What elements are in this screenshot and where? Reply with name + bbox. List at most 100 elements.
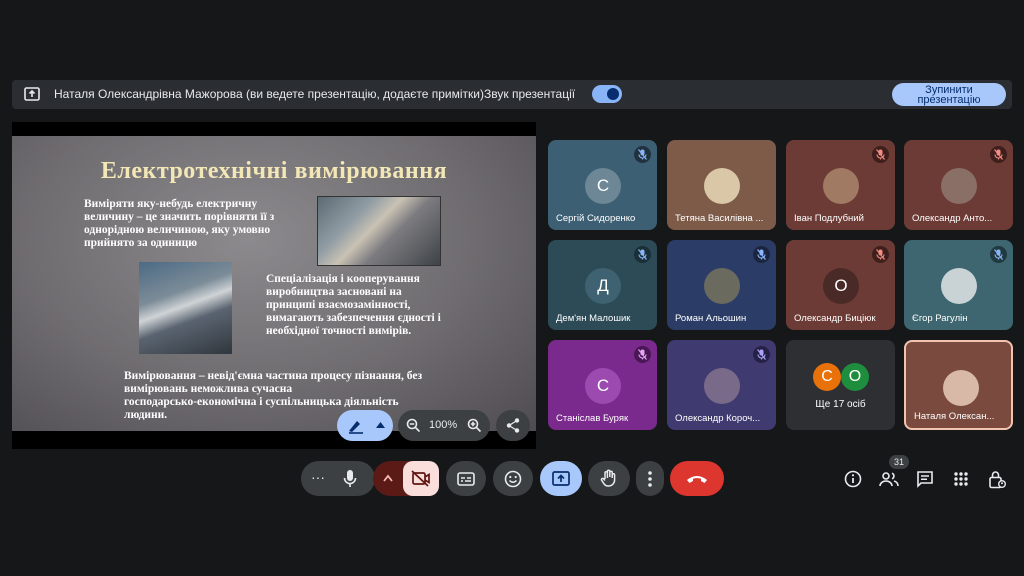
participant-tile[interactable]: Тетяна Василівна ... [667,140,776,230]
participant-name: Іван Подлубний [794,213,864,224]
meeting-details-button[interactable] [841,467,865,491]
presentation-slide: Електротехнічні вимірювання Виміряти яку… [12,136,536,431]
slide-line: господарсько-економічна і суспільницька … [124,396,399,408]
slide-title: Електротехнічні вимірювання [100,158,448,184]
participant-tile[interactable]: Д Дем'ян Малошик [548,240,657,330]
toggle-knob [607,88,619,100]
presenting-bar: Наталя Олександрівна Мажорова (ви ведете… [12,80,1012,109]
microphone-icon [343,470,357,487]
participant-name: Роман Альошин [675,313,747,324]
participant-tile[interactable]: Роман Альошин [667,240,776,330]
participant-photo [704,268,740,304]
zoom-out-icon[interactable] [406,418,421,433]
people-count-badge: 31 [889,455,909,469]
slide-line: величину – це значить порівняти її з [84,211,275,223]
participant-photo [704,168,740,204]
annotate-button[interactable] [337,410,393,441]
captions-button[interactable] [446,461,486,496]
chat-button[interactable] [913,467,937,491]
zoom-level: 100% [429,419,458,431]
mic-off-icon [876,249,885,260]
hand-icon [600,469,616,487]
reactions-button[interactable] [493,461,533,496]
slide-line: необхідної точності вимірів. [266,325,412,337]
participant-tile[interactable]: С Станіслав Буряк [548,340,657,430]
camera-controls[interactable] [373,461,439,496]
participant-photo [941,268,977,304]
presenting-status-text: Наталя Олександрівна Мажорова (ви ведете… [54,87,484,101]
activities-button[interactable] [949,467,973,491]
more-options-button[interactable] [636,461,664,496]
chat-icon [917,471,933,488]
zoom-in-icon[interactable] [467,418,482,433]
slide-line: однорідною величиною, яку умовно [84,224,271,236]
slide-line: принципі взаємозамінності, [266,299,411,311]
muted-indicator [990,246,1007,263]
leave-call-button[interactable] [670,461,724,496]
info-icon [844,470,862,488]
people-button[interactable] [877,467,901,491]
camera-off-button[interactable] [403,461,439,496]
slide-line: Спеціалізація і кооперування [266,273,420,285]
slide-line: вимірювань неможлива сучасна [124,383,293,395]
mic-controls[interactable]: ··· [301,461,375,496]
mic-off-icon [994,149,1003,160]
presentation-audio-toggle[interactable] [592,85,622,103]
mic-off-icon [994,249,1003,260]
host-controls-button[interactable] [985,467,1009,491]
slide-line: вимагають забезпечення єдності і [266,312,441,324]
stop-presenting-button[interactable]: Зупинити презентацію [892,83,1006,106]
camera-off-icon [411,470,430,487]
participant-avatar-chip: O [841,363,869,391]
pen-icon [349,421,363,434]
slide-paragraph-1: Виміряти яку-небудь електричну величину … [84,198,314,250]
slide-paragraph-2: Спеціалізація і кооперування виробництва… [266,273,466,338]
participant-avatar: О [823,268,859,304]
participant-tile[interactable]: С Сергій Сидоренко [548,140,657,230]
slide-line: прийнято за одиницю [84,237,198,249]
participant-tile[interactable]: Олександр Короч... [667,340,776,430]
participant-tile[interactable]: О Олександр Биціюк [786,240,895,330]
participant-tile[interactable]: Наталя Олексан... [904,340,1013,430]
more-participants-label: Ще 17 осіб [815,399,866,410]
muted-indicator [990,146,1007,163]
mic-off-icon [638,349,647,360]
slide-line: виробництва засновані на [266,286,402,298]
participant-name: Дем'ян Малошик [556,313,631,324]
share-slide-button[interactable] [496,410,530,441]
participant-name: Наталя Олексан... [914,411,995,422]
mic-off-icon [638,149,647,160]
raise-hand-button[interactable] [588,461,630,496]
participant-tile[interactable]: Єгор Рагулін [904,240,1013,330]
captions-icon [457,471,475,486]
chevron-up-icon[interactable] [383,474,393,482]
zoom-controls: 100% [398,410,490,441]
apps-grid-icon [954,472,968,486]
participant-name: Олександр Биціюк [794,313,876,324]
muted-indicator [634,346,651,363]
slide-line: Виміряти яку-небудь електричну [84,198,258,210]
participant-avatar: С [585,168,621,204]
chevron-up-icon [376,422,385,428]
muted-indicator [634,146,651,163]
participant-name: Сергій Сидоренко [556,213,636,224]
participant-photo [941,168,977,204]
participant-tile[interactable]: С O Ще 17 осіб [786,340,895,430]
participant-photo [823,168,859,204]
more-audio-options[interactable]: ··· [311,469,325,485]
muted-indicator [753,246,770,263]
mic-off-icon [757,249,766,260]
more-vert-icon [648,470,652,487]
participant-name: Олександр Короч... [675,413,761,424]
slide-line: Вимірювання – невід'ємна частина процесу… [124,370,423,382]
mic-off-icon [638,249,647,260]
present-now-button[interactable] [540,461,582,496]
participant-avatar-chip: С [813,363,841,391]
participant-tile[interactable]: Іван Подлубний [786,140,895,230]
participant-avatar: С [585,368,621,404]
present-screen-icon [24,87,40,101]
participant-tile[interactable]: Олександр Анто... [904,140,1013,230]
participant-name: Тетяна Василівна ... [675,213,764,224]
muted-indicator [634,246,651,263]
mic-off-icon [876,149,885,160]
